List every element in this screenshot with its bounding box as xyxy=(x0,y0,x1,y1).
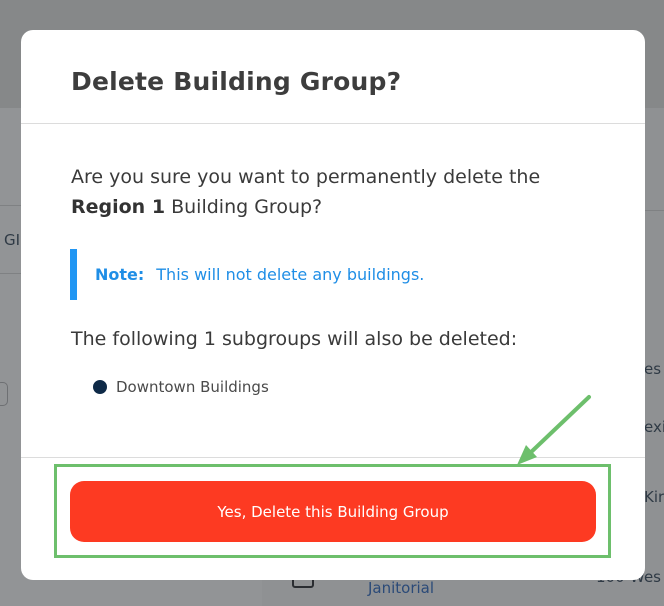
note-callout: Note: This will not delete any buildings… xyxy=(70,249,507,300)
dialog-header: Delete Building Group? xyxy=(21,30,645,124)
background-text-fragment: GI xyxy=(4,231,21,249)
group-name: Region 1 xyxy=(71,196,166,218)
highlight-box xyxy=(54,464,611,558)
confirm-suffix: Building Group? xyxy=(171,196,323,218)
bullet-icon xyxy=(93,380,107,394)
subgroups-heading: The following 1 subgroups will also be d… xyxy=(71,328,517,350)
subgroups-heading-suffix: subgroups will also be deleted: xyxy=(221,328,518,350)
list-item: Downtown Buildings xyxy=(93,378,269,396)
footer-divider xyxy=(21,457,645,458)
background-cell: exi xyxy=(644,418,664,436)
background-cell: Kir xyxy=(644,488,664,506)
subgroups-heading-prefix: The following xyxy=(71,328,198,350)
subgroups-count: 1 xyxy=(203,328,216,350)
subgroup-label: Downtown Buildings xyxy=(116,378,269,396)
background-scroll-handle xyxy=(0,382,8,406)
note-label: Note: xyxy=(95,265,145,284)
note-text: This will not delete any buildings. xyxy=(156,265,425,284)
confirm-prefix: Are you sure you want to permanently del… xyxy=(71,166,541,188)
confirm-message: Are you sure you want to permanently del… xyxy=(71,162,591,222)
dialog-title: Delete Building Group? xyxy=(71,67,402,96)
background-link: Janitorial xyxy=(368,579,435,597)
background-column-header: es xyxy=(644,360,662,378)
